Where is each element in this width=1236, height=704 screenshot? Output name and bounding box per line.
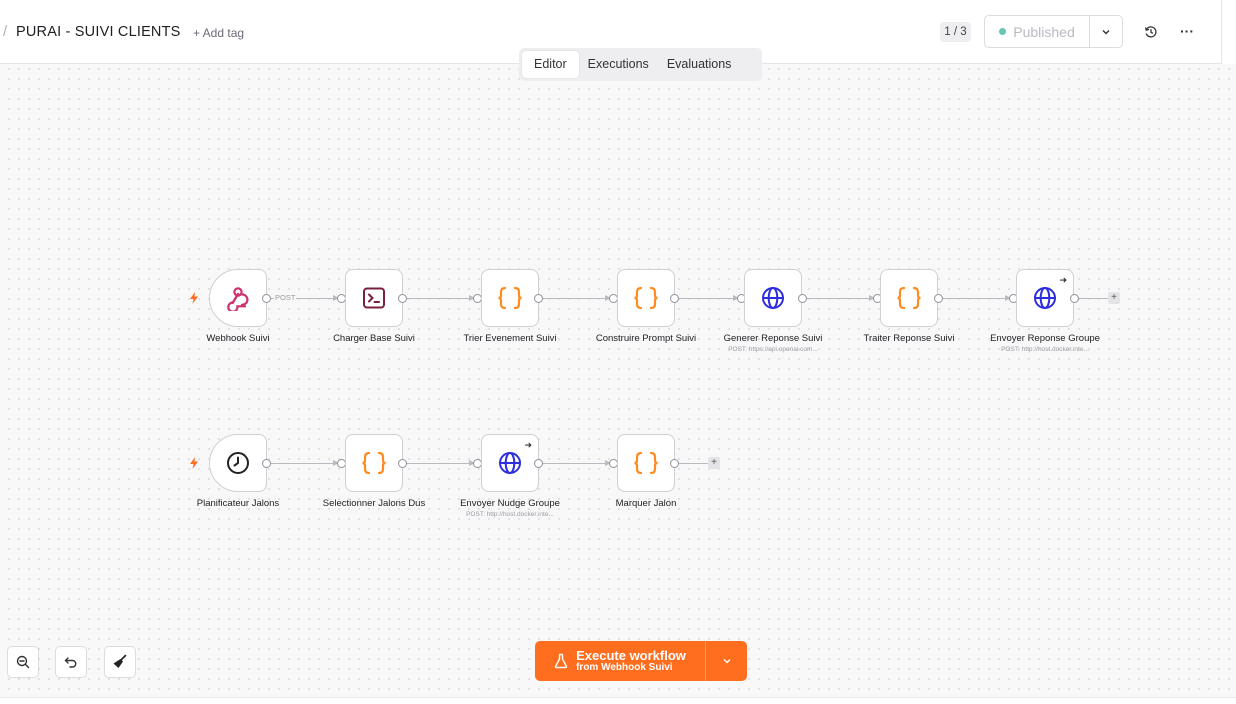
code-braces-icon bbox=[897, 286, 921, 310]
workflow-history-button[interactable] bbox=[1140, 21, 1162, 43]
node-subtitle: POST: https://api.openai.com... bbox=[728, 346, 818, 353]
zoom-out-button[interactable] bbox=[7, 646, 39, 678]
output-port[interactable] bbox=[398, 294, 407, 303]
node-envoyer-reponse-groupe[interactable]: ➜ bbox=[1016, 269, 1074, 327]
undo-button[interactable] bbox=[55, 646, 87, 678]
publish-group: Published bbox=[984, 15, 1123, 48]
execute-workflow-button[interactable]: Execute workflow from Webhook Suivi bbox=[535, 641, 706, 681]
node-subtitle: POST: http://host.docker.inte... bbox=[466, 511, 554, 518]
connection bbox=[679, 295, 739, 301]
workflow-canvas[interactable] bbox=[0, 64, 1236, 697]
node-label: Generer Reponse Suivi bbox=[723, 333, 823, 344]
node-planificateur-jalons[interactable] bbox=[209, 434, 267, 492]
tab-executions[interactable]: Executions bbox=[579, 51, 658, 78]
tab-evaluations[interactable]: Evaluations bbox=[658, 51, 741, 78]
output-port[interactable] bbox=[262, 459, 271, 468]
code-braces-icon bbox=[362, 451, 386, 475]
globe-icon bbox=[499, 452, 521, 474]
version-indicator[interactable]: 1 / 3 bbox=[940, 22, 971, 42]
node-webhook-suivi[interactable] bbox=[209, 269, 267, 327]
terminal-icon bbox=[363, 287, 385, 309]
node-label: Traiter Reponse Suivi bbox=[863, 333, 955, 344]
code-braces-icon bbox=[634, 286, 658, 310]
connection bbox=[543, 460, 611, 466]
connection bbox=[271, 460, 339, 466]
published-button[interactable]: Published bbox=[985, 16, 1090, 47]
output-port[interactable] bbox=[670, 459, 679, 468]
output-port[interactable] bbox=[934, 294, 943, 303]
connection-stub bbox=[1079, 298, 1109, 299]
view-tabs: Editor Executions Evaluations bbox=[519, 48, 762, 81]
add-node-button[interactable]: + bbox=[708, 457, 720, 469]
node-selectionner-jalons-dus[interactable] bbox=[345, 434, 403, 492]
more-options-button[interactable]: ··· bbox=[1176, 20, 1198, 42]
output-port[interactable] bbox=[534, 459, 543, 468]
tidy-up-button[interactable] bbox=[104, 646, 136, 678]
node-label: Trier Evenement Suivi bbox=[463, 333, 557, 344]
chevron-down-icon bbox=[723, 659, 730, 664]
node-generer-reponse-suivi[interactable] bbox=[744, 269, 802, 327]
arrow-right-icon: ➜ bbox=[524, 440, 532, 450]
connection bbox=[943, 295, 1011, 301]
workflow-title[interactable]: PURAI - SUIVI CLIENTS bbox=[16, 24, 181, 40]
webhook-method-label: POST bbox=[274, 293, 297, 302]
flask-icon bbox=[554, 653, 568, 669]
execute-dropdown-button[interactable] bbox=[706, 641, 747, 681]
history-icon bbox=[1144, 26, 1157, 38]
connection bbox=[407, 460, 475, 466]
node-label: Charger Base Suivi bbox=[333, 333, 415, 344]
output-port[interactable] bbox=[534, 294, 543, 303]
node-label: Marquer Jalon bbox=[615, 498, 677, 509]
node-envoyer-nudge-groupe[interactable]: ➜ bbox=[481, 434, 539, 492]
globe-icon bbox=[762, 287, 784, 309]
connection-stub bbox=[679, 463, 709, 464]
node-marquer-jalon[interactable] bbox=[617, 434, 675, 492]
execute-subtitle: from Webhook Suivi bbox=[576, 661, 673, 673]
published-label: Published bbox=[1013, 23, 1075, 40]
add-node-button[interactable]: + bbox=[1108, 292, 1120, 304]
breadcrumb-separator: / bbox=[3, 23, 8, 40]
connection bbox=[407, 295, 475, 301]
webhook-icon bbox=[227, 287, 249, 311]
node-construire-prompt-suivi[interactable] bbox=[617, 269, 675, 327]
execute-title: Execute workflow bbox=[576, 647, 686, 663]
output-port[interactable] bbox=[670, 294, 679, 303]
published-status-dot bbox=[999, 28, 1007, 35]
publish-dropdown-button[interactable] bbox=[1090, 16, 1122, 47]
node-label: Envoyer Nudge Groupe bbox=[460, 498, 560, 509]
tab-editor[interactable]: Editor bbox=[522, 51, 579, 78]
globe-icon bbox=[1034, 287, 1056, 309]
output-port[interactable] bbox=[398, 459, 407, 468]
version-indicator-text: 1 / 3 bbox=[944, 26, 967, 38]
connection bbox=[807, 295, 875, 301]
undo-icon bbox=[64, 657, 77, 668]
trigger-bolt-icon bbox=[190, 457, 198, 469]
code-braces-icon bbox=[634, 451, 658, 475]
node-label: Webhook Suivi bbox=[206, 333, 270, 344]
arrow-right-icon: ➜ bbox=[1059, 275, 1067, 285]
clock-icon bbox=[227, 452, 249, 474]
node-traiter-reponse-suivi[interactable] bbox=[880, 269, 938, 327]
node-trier-evenement-suivi[interactable] bbox=[481, 269, 539, 327]
add-tag-button[interactable]: + Add tag bbox=[193, 26, 244, 40]
output-port[interactable] bbox=[1070, 294, 1079, 303]
code-braces-icon bbox=[498, 286, 522, 310]
zoom-out-icon bbox=[16, 655, 30, 669]
output-port[interactable] bbox=[798, 294, 807, 303]
output-port[interactable] bbox=[262, 294, 271, 303]
node-label: Envoyer Reponse Groupe bbox=[990, 333, 1100, 344]
node-label: Planificateur Jalons bbox=[196, 498, 280, 509]
execute-workflow-group: Execute workflow from Webhook Suivi bbox=[535, 641, 747, 681]
node-label: Selectionner Jalons Dus bbox=[322, 498, 426, 509]
connection bbox=[543, 295, 611, 301]
broom-icon bbox=[113, 654, 127, 668]
node-charger-base-suivi[interactable] bbox=[345, 269, 403, 327]
trigger-bolt-icon bbox=[190, 292, 198, 304]
node-subtitle: POST: http://host.docker.inte... bbox=[1001, 346, 1089, 353]
chevron-down-icon bbox=[1102, 29, 1110, 34]
